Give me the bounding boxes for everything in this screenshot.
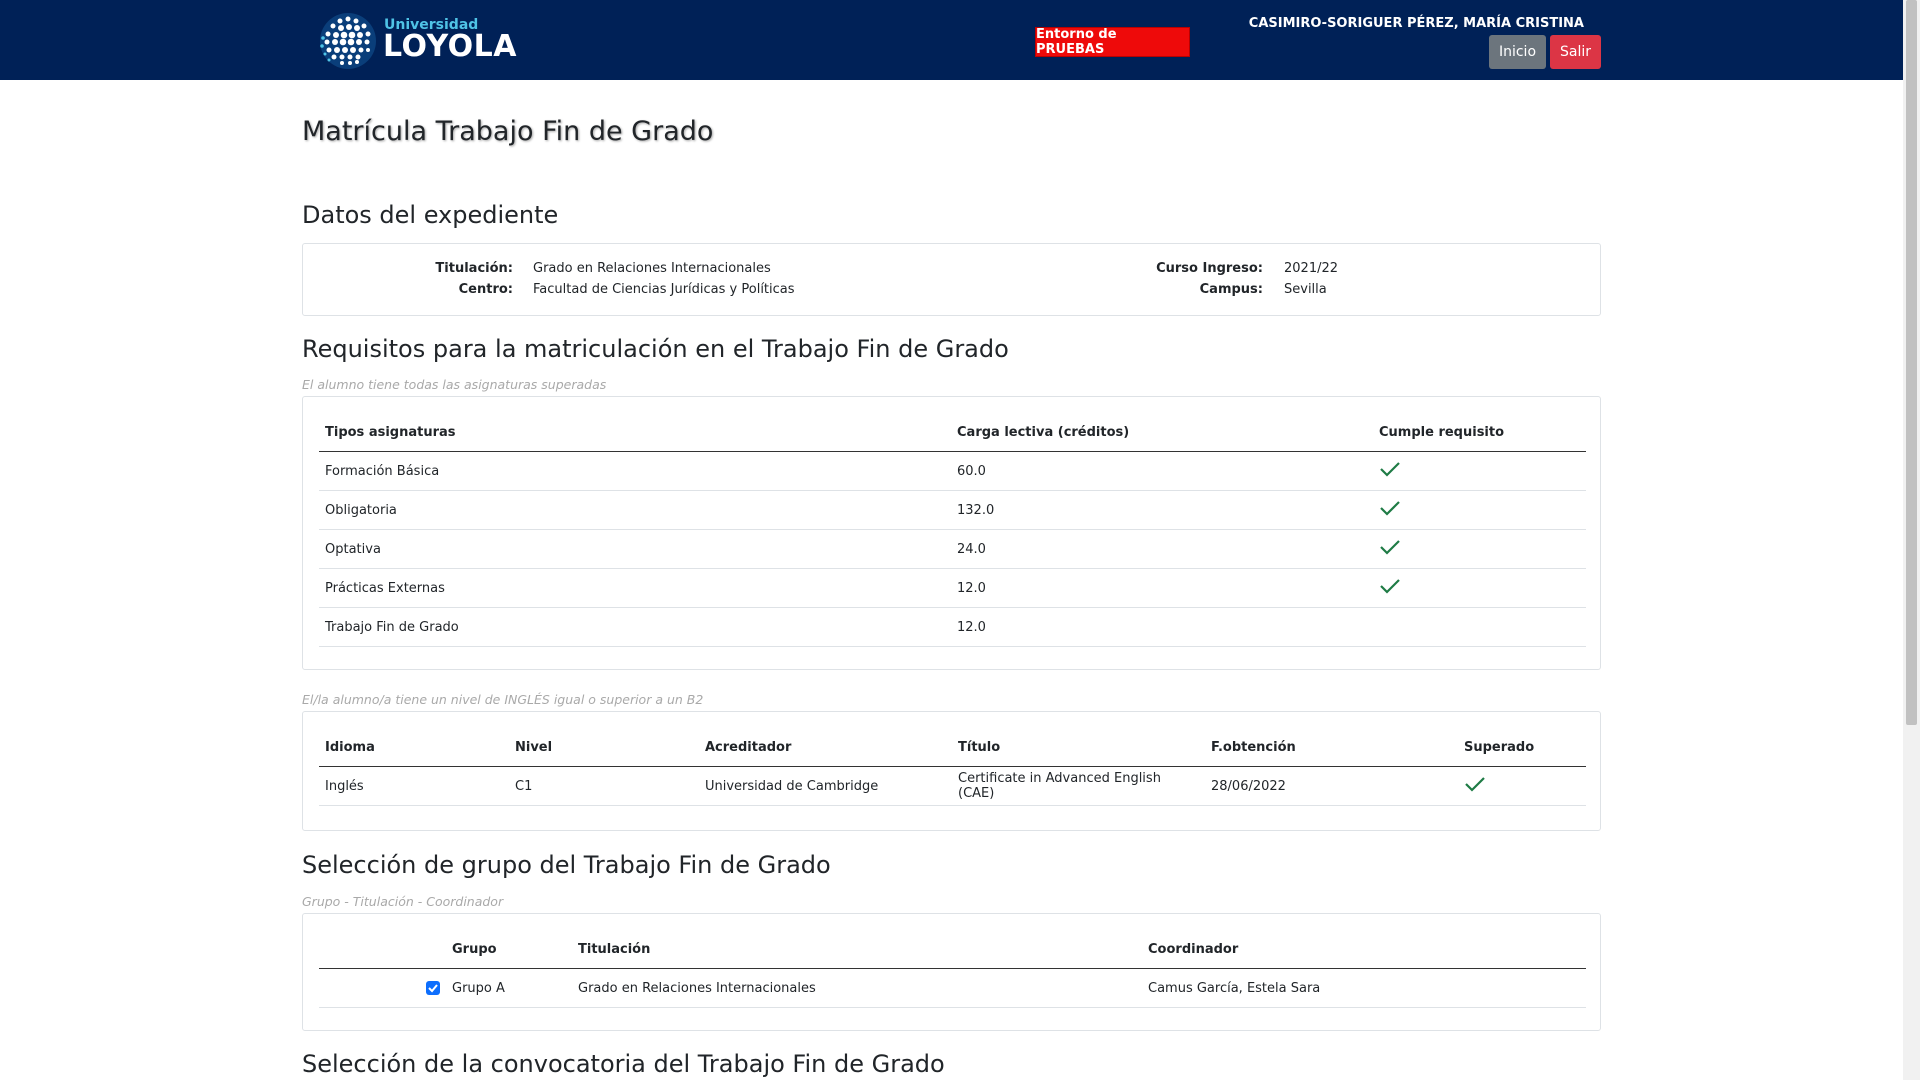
campus-value: Sevilla: [1284, 282, 1327, 297]
carga-cell: 60.0: [951, 451, 1373, 491]
tipo-cell: Formación Básica: [319, 451, 951, 491]
globe-logo-icon: [320, 13, 376, 69]
coordinador-cell: Camus García, Estela Sara: [1142, 968, 1586, 1008]
curso-ingreso-value: 2021/22: [1284, 261, 1339, 276]
titulo-cell: Certificate in Advanced English (CAE): [952, 766, 1205, 806]
carga-cell: 12.0: [951, 607, 1373, 647]
checkbox-check-icon: [428, 984, 438, 993]
requisitos-note: El alumno tiene todas las asignaturas su…: [302, 377, 607, 392]
carga-cell: 24.0: [951, 529, 1373, 569]
column-header-superado: Superado: [1458, 728, 1586, 767]
cumple-cell: [1373, 607, 1586, 647]
column-header-titulacion: Titulación: [572, 930, 1142, 969]
table-row: Obligatoria 132.0: [319, 490, 1586, 530]
select-cell: [319, 968, 446, 1008]
requisitos-table: Tipos asignaturas Carga lectiva (crédito…: [319, 413, 1586, 647]
column-header-grupo: Grupo: [446, 930, 572, 969]
section-title-requisitos: Requisitos para la matriculación en el T…: [302, 335, 1009, 363]
acreditador-cell: Universidad de Cambridge: [699, 766, 952, 806]
checkmark-icon: [1380, 579, 1400, 594]
scrollbar-thumb[interactable]: [1906, 0, 1917, 725]
carga-cell: 132.0: [951, 490, 1373, 530]
table-row: Formación Básica 60.0: [319, 451, 1586, 491]
column-header-coordinador: Coordinador: [1142, 930, 1586, 969]
cumple-cell: [1373, 568, 1586, 608]
column-header-select: [319, 930, 446, 969]
tipo-cell: Trabajo Fin de Grado: [319, 607, 951, 647]
curso-ingreso-label: Curso Ingreso:: [1156, 261, 1263, 276]
table-header-row: Grupo Titulación Coordinador: [319, 930, 1586, 969]
section-title-expediente: Datos del expediente: [302, 201, 559, 229]
salir-button[interactable]: Salir: [1550, 35, 1601, 69]
campus-label: Campus:: [1199, 282, 1263, 297]
user-name: CASIMIRO-SORIGUER PÉREZ, MARÍA CRISTINA: [1248, 16, 1584, 31]
cumple-cell: [1373, 451, 1586, 491]
grupo-table: Grupo Titulación Coordinador Grupo A Gra…: [319, 930, 1586, 1008]
column-header-carga: Carga lectiva (créditos): [951, 413, 1373, 452]
cumple-cell: [1373, 490, 1586, 530]
titulacion-cell: Grado en Relaciones Internacionales: [572, 968, 1142, 1008]
table-row: Trabajo Fin de Grado 12.0: [319, 607, 1586, 647]
checkmark-icon: [1380, 462, 1400, 477]
titulacion-value: Grado en Relaciones Internacionales: [533, 261, 771, 276]
nivel-cell: C1: [509, 766, 699, 806]
section-title-grupo: Selección de grupo del Trabajo Fin de Gr…: [302, 851, 831, 879]
university-logo[interactable]: Universidad LOYOLA: [317, 10, 517, 72]
table-row: Optativa 24.0: [319, 529, 1586, 569]
environment-badge: Entorno de PRUEBAS: [1035, 27, 1190, 57]
section-title-convocatoria: Selección de la convocatoria del Trabajo…: [302, 1050, 945, 1078]
idioma-card: Idioma Nivel Acreditador Título F.obtenc…: [302, 711, 1601, 831]
grupo-card: Grupo Titulación Coordinador Grupo A Gra…: [302, 913, 1601, 1031]
expediente-card: Titulación: Grado en Relaciones Internac…: [302, 243, 1601, 316]
carga-cell: 12.0: [951, 568, 1373, 608]
centro-value: Facultad de Ciencias Jurídicas y Polític…: [533, 282, 795, 297]
table-header-row: Tipos asignaturas Carga lectiva (crédito…: [319, 413, 1586, 452]
page-title: Matrícula Trabajo Fin de Grado: [302, 116, 714, 147]
idioma-note: El/la alumno/a tiene un nivel de INGLÉS …: [302, 692, 704, 707]
column-header-cumple: Cumple requisito: [1373, 413, 1586, 452]
table-row: Inglés C1 Universidad de Cambridge Certi…: [319, 766, 1586, 806]
checkmark-icon: [1380, 501, 1400, 516]
superado-cell: [1458, 766, 1586, 806]
inicio-button[interactable]: Inicio: [1489, 35, 1546, 69]
checkmark-icon: [1465, 777, 1485, 792]
table-row: Prácticas Externas 12.0: [319, 568, 1586, 608]
cumple-cell: [1373, 529, 1586, 569]
column-header-titulo: Título: [952, 728, 1205, 767]
logo-text-loyola: LOYOLA: [383, 29, 517, 64]
table-row: Grupo A Grado en Relaciones Internaciona…: [319, 968, 1586, 1008]
grupo-cell: Grupo A: [446, 968, 572, 1008]
column-header-idioma: Idioma: [319, 728, 509, 767]
column-header-tipos: Tipos asignaturas: [319, 413, 951, 452]
tipo-cell: Prácticas Externas: [319, 568, 951, 608]
centro-label: Centro:: [458, 282, 513, 297]
fecha-cell: 28/06/2022: [1205, 766, 1458, 806]
idioma-cell: Inglés: [319, 766, 509, 806]
top-navbar: Universidad LOYOLA Entorno de PRUEBAS CA…: [0, 0, 1903, 80]
column-header-fecha: F.obtención: [1205, 728, 1458, 767]
idioma-table: Idioma Nivel Acreditador Título F.obtenc…: [319, 728, 1586, 806]
titulacion-label: Titulación:: [435, 261, 513, 276]
column-header-nivel: Nivel: [509, 728, 699, 767]
tipo-cell: Optativa: [319, 529, 951, 569]
tipo-cell: Obligatoria: [319, 490, 951, 530]
checkmark-icon: [1380, 540, 1400, 555]
grupo-checkbox[interactable]: [426, 981, 440, 995]
table-header-row: Idioma Nivel Acreditador Título F.obtenc…: [319, 728, 1586, 767]
requisitos-card: Tipos asignaturas Carga lectiva (crédito…: [302, 396, 1601, 670]
column-header-acreditador: Acreditador: [699, 728, 952, 767]
grupo-note: Grupo - Titulación - Coordinador: [302, 894, 504, 909]
